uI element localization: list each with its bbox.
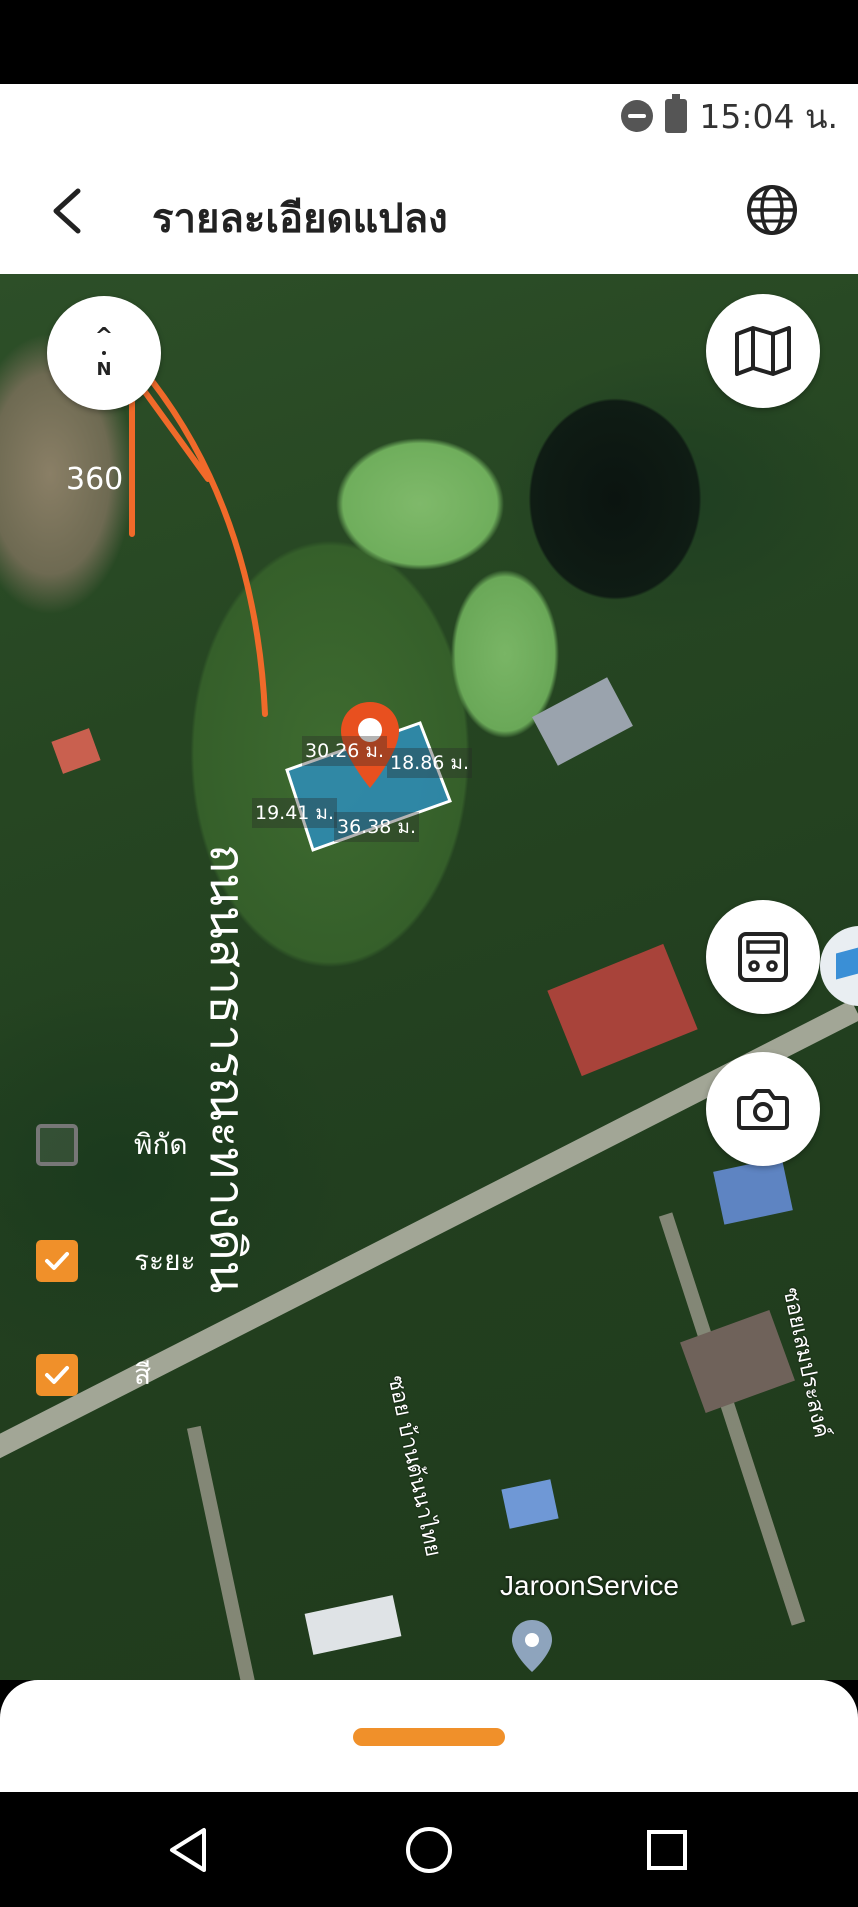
parcel-dimension-left: 19.41 ม. bbox=[252, 798, 337, 828]
layer-label-distance: ระยะ bbox=[134, 1244, 196, 1277]
compass-dot bbox=[102, 350, 106, 355]
do-not-disturb-icon bbox=[621, 100, 654, 132]
calculator-icon bbox=[738, 932, 788, 982]
house-roof bbox=[547, 943, 698, 1077]
partial-side-button[interactable] bbox=[820, 926, 858, 1006]
house-roof bbox=[501, 1479, 559, 1529]
sheet-drag-handle[interactable] bbox=[353, 1728, 505, 1746]
side-road-east bbox=[658, 1212, 806, 1626]
layer-toggle-distance[interactable]: ระยะ bbox=[36, 1240, 196, 1282]
chevron-left-icon bbox=[53, 188, 81, 234]
north-arrow-icon: ^ bbox=[94, 323, 114, 349]
layer-label-color: สี bbox=[134, 1358, 152, 1391]
checkmark-icon bbox=[45, 1252, 69, 1270]
camera-icon bbox=[737, 1089, 789, 1130]
parcel-dimension-right: 18.86 ม. bbox=[387, 748, 472, 778]
globe-icon bbox=[747, 185, 797, 235]
bottom-sheet[interactable] bbox=[0, 1680, 858, 1792]
home-circle-icon bbox=[406, 1827, 452, 1873]
checkmark-icon bbox=[45, 1366, 69, 1384]
map-type-button[interactable] bbox=[706, 294, 820, 408]
house-roof bbox=[304, 1595, 402, 1655]
language-button[interactable] bbox=[742, 180, 802, 240]
satellite-map[interactable]: ถนนสาธารณะทางดิน 30.26 ม. 18.86 ม. 19.41… bbox=[0, 274, 858, 1680]
system-navigation-bar bbox=[0, 1792, 858, 1907]
parcel-dimension-bottom: 36.38 ม. bbox=[334, 812, 419, 842]
app-header: รายละเอียดแปลง bbox=[0, 148, 858, 274]
camera-button[interactable] bbox=[706, 1052, 820, 1166]
parcel-dimension-top: 30.26 ม. bbox=[302, 736, 387, 766]
cube-icon bbox=[836, 946, 858, 980]
place-label-jaroonservice[interactable]: JaroonService bbox=[500, 1570, 679, 1602]
back-button[interactable] bbox=[42, 183, 98, 239]
road-name-soi-ban-ton-na-thai: ซอย บ้านต้นนาไทย bbox=[382, 1373, 446, 1559]
checkbox-distance[interactable] bbox=[36, 1240, 78, 1282]
nav-back-button[interactable] bbox=[162, 1822, 218, 1878]
house-roof bbox=[713, 1157, 793, 1225]
layer-label-coordinates: พิกัด bbox=[134, 1128, 188, 1161]
status-bar: 15:04 น. bbox=[0, 84, 858, 148]
layer-toggle-coordinates[interactable]: พิกัด bbox=[36, 1124, 188, 1166]
bearing-label: 360 bbox=[66, 462, 124, 497]
back-triangle-icon bbox=[170, 1828, 206, 1872]
map-icon bbox=[735, 326, 791, 376]
nav-home-button[interactable] bbox=[401, 1822, 457, 1878]
checkbox-color[interactable] bbox=[36, 1354, 78, 1396]
calculator-button[interactable] bbox=[706, 900, 820, 1014]
side-road bbox=[186, 1425, 264, 1680]
top-bezel bbox=[0, 0, 858, 84]
north-letter: N bbox=[96, 358, 112, 380]
nav-recents-button[interactable] bbox=[639, 1822, 695, 1878]
checkbox-coordinates[interactable] bbox=[36, 1124, 78, 1166]
house-roof bbox=[51, 728, 101, 774]
recents-square-icon bbox=[647, 1830, 687, 1870]
status-time: 15:04 น. bbox=[699, 96, 838, 136]
compass-button[interactable]: ^ N bbox=[47, 296, 161, 410]
layer-toggle-color[interactable]: สี bbox=[36, 1354, 151, 1396]
place-pin-icon[interactable] bbox=[508, 1618, 556, 1674]
handwritten-road-label: ถนนสาธารณะทางดิน bbox=[199, 844, 255, 1294]
house-roof bbox=[532, 677, 633, 766]
battery-charging-icon bbox=[665, 94, 688, 133]
page-title: รายละเอียดแปลง bbox=[152, 196, 448, 242]
